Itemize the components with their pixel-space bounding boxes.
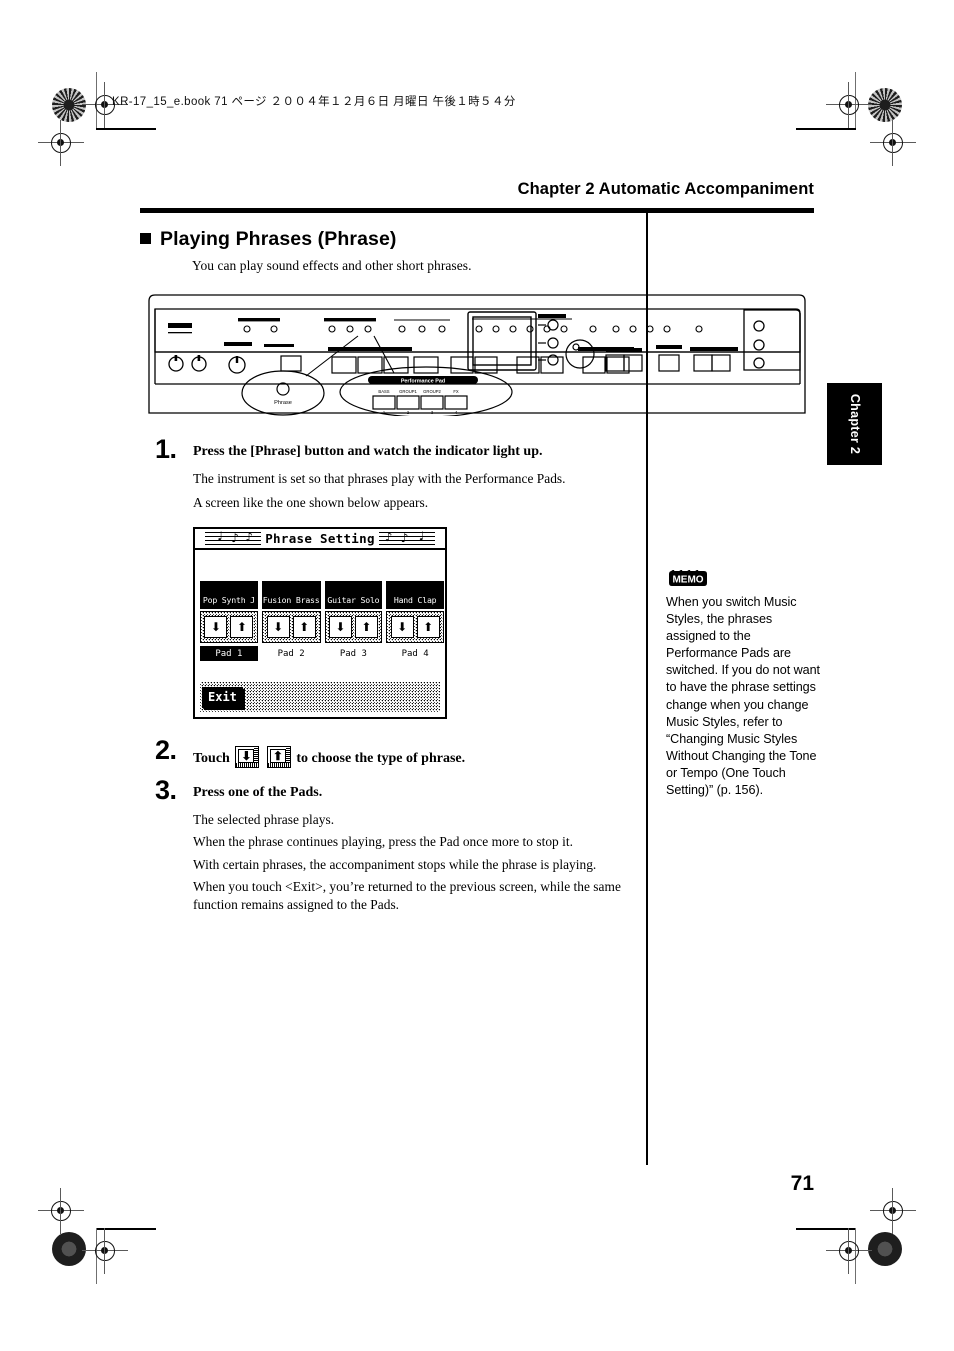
lcd-pad-4-arrows: ⬇ ⬆ xyxy=(386,611,445,643)
memo-badge-icon: MEMO xyxy=(667,569,709,588)
lcd-pad-4-phrase-name: Hand Clap xyxy=(386,581,445,609)
running-head: Chapter 2 Automatic Accompaniment xyxy=(517,180,814,198)
lcd-pad-2-arrows: ⬇ ⬆ xyxy=(261,611,321,643)
music-staff-right-icon: ♪ ♪ ♩ xyxy=(378,530,435,546)
lcd-pad-2[interactable]: Fusion Brass ⬇ ⬆ Pad 2 xyxy=(261,581,321,661)
svg-text:2: 2 xyxy=(407,410,410,415)
lcd-pad-2-label[interactable]: Pad 2 xyxy=(262,646,321,661)
lcd-pad-3-up-arrow-icon[interactable]: ⬆ xyxy=(354,616,378,638)
lcd-pad-3-arrows: ⬇ ⬆ xyxy=(324,611,383,643)
step-2-number: 2. xyxy=(155,735,177,765)
svg-text:MEMO: MEMO xyxy=(672,575,703,586)
step-3-title: Press one of the Pads. xyxy=(193,785,323,800)
step-2-title-before: Touch xyxy=(193,751,230,766)
lcd-pad-2-down-arrow-icon[interactable]: ⬇ xyxy=(266,616,290,638)
header-rule xyxy=(140,208,814,213)
instrument-panel-illustration: Performance Pad Phrase BASS GROUP1 GROUP2… xyxy=(146,292,808,416)
step-1-title: Press the [Phrase] button and watch the … xyxy=(193,444,543,459)
step-3-line-2: When the phrase continues playing, press… xyxy=(193,834,573,849)
lcd-pad-3-down-arrow-icon[interactable]: ⬇ xyxy=(328,616,352,638)
lcd-pad-3[interactable]: Guitar Solo ⬇ ⬆ Pad 3 xyxy=(324,581,383,661)
down-arrow-key-icon: ⬇ xyxy=(235,746,260,768)
svg-text:BASS: BASS xyxy=(378,389,389,394)
square-bullet-icon xyxy=(140,233,151,244)
lcd-pad-4-down-arrow-icon[interactable]: ⬇ xyxy=(390,616,414,638)
step-1-line-1: The instrument is set so that phrases pl… xyxy=(193,471,566,486)
lcd-pad-4[interactable]: Hand Clap ⬇ ⬆ Pad 4 xyxy=(386,581,445,661)
step-3-line-3: With certain phrases, the accompaniment … xyxy=(193,857,597,872)
lcd-title-bar: ♩ ♪ ♪ Phrase Setting ♪ ♪ ♩ xyxy=(195,529,445,550)
svg-text:GROUP1: GROUP1 xyxy=(399,389,417,394)
step-2-title: Touch ⬇ ⬆ to choose the type of phrase. xyxy=(193,746,633,768)
step-3-line-4: When you touch <Exit>, you’re returned t… xyxy=(193,879,621,894)
lcd-pad-4-label[interactable]: Pad 4 xyxy=(386,646,444,661)
step-3-line-5: function remains assigned to the Pads. xyxy=(193,897,400,912)
lcd-pad-row: Pop Synth J ⬇ ⬆ Pad 1 Fusion Brass ⬇ ⬆ P… xyxy=(200,581,445,661)
lcd-screen-mockup: ♩ ♪ ♪ Phrase Setting ♪ ♪ ♩ Pop Synth J ⬇… xyxy=(193,527,447,719)
svg-text:GROUP2: GROUP2 xyxy=(423,389,441,394)
chapter-thumb-tab: Chapter 2 xyxy=(827,383,882,465)
page-title-text: Playing Phrases (Phrase) xyxy=(160,228,397,250)
step-2-title-after: to choose the type of phrase. xyxy=(296,751,466,766)
lcd-footer-bar: Exit xyxy=(200,682,440,712)
svg-text:3: 3 xyxy=(431,410,434,415)
lcd-pad-4-up-arrow-icon[interactable]: ⬆ xyxy=(416,616,440,638)
callout-phrase-label: Phrase xyxy=(274,400,292,406)
lcd-title-text: Phrase Setting xyxy=(265,531,375,546)
lcd-pad-3-label[interactable]: Pad 3 xyxy=(325,646,383,661)
music-staff-left-icon: ♩ ♪ ♪ xyxy=(205,530,262,546)
step-1-line-2: A screen like the one shown below appear… xyxy=(193,495,429,510)
memo-note-text: When you switch Music Styles, the phrase… xyxy=(666,595,821,798)
lcd-pad-1-up-arrow-icon[interactable]: ⬆ xyxy=(230,616,254,638)
chapter-thumb-tab-label: Chapter 2 xyxy=(847,393,862,455)
page-number: 71 xyxy=(790,1172,814,1195)
page-body: Chapter 2 Automatic Accompaniment Playin… xyxy=(0,0,954,1351)
lcd-pad-1-down-arrow-icon[interactable]: ⬇ xyxy=(204,616,228,638)
lcd-pad-2-up-arrow-icon[interactable]: ⬆ xyxy=(292,616,316,638)
svg-text:4: 4 xyxy=(455,410,458,415)
exit-button[interactable]: Exit xyxy=(202,686,243,708)
up-arrow-glyph: ⬆ xyxy=(269,749,286,763)
section-intro: You can play sound effects and other sho… xyxy=(192,258,472,273)
callout-performance-pad-label: Performance Pad xyxy=(401,379,445,385)
lcd-pad-2-phrase-name: Fusion Brass xyxy=(261,581,321,609)
lcd-pad-3-phrase-name: Guitar Solo xyxy=(324,581,383,609)
lcd-pad-1-phrase-name: Pop Synth J xyxy=(200,581,258,609)
page-title: Playing Phrases (Phrase) xyxy=(140,228,397,251)
lcd-pad-1-arrows: ⬇ ⬆ xyxy=(200,611,258,643)
down-arrow-glyph: ⬇ xyxy=(238,749,255,763)
step-3-number: 3. xyxy=(155,775,177,805)
svg-text:FX: FX xyxy=(453,389,459,394)
up-arrow-key-icon: ⬆ xyxy=(266,746,291,768)
lcd-pad-1-label[interactable]: Pad 1 xyxy=(200,646,258,661)
step-1-number: 1. xyxy=(155,434,177,464)
step-3-line-1: The selected phrase plays. xyxy=(193,812,335,827)
lcd-pad-1[interactable]: Pop Synth J ⬇ ⬆ Pad 1 xyxy=(200,581,258,661)
